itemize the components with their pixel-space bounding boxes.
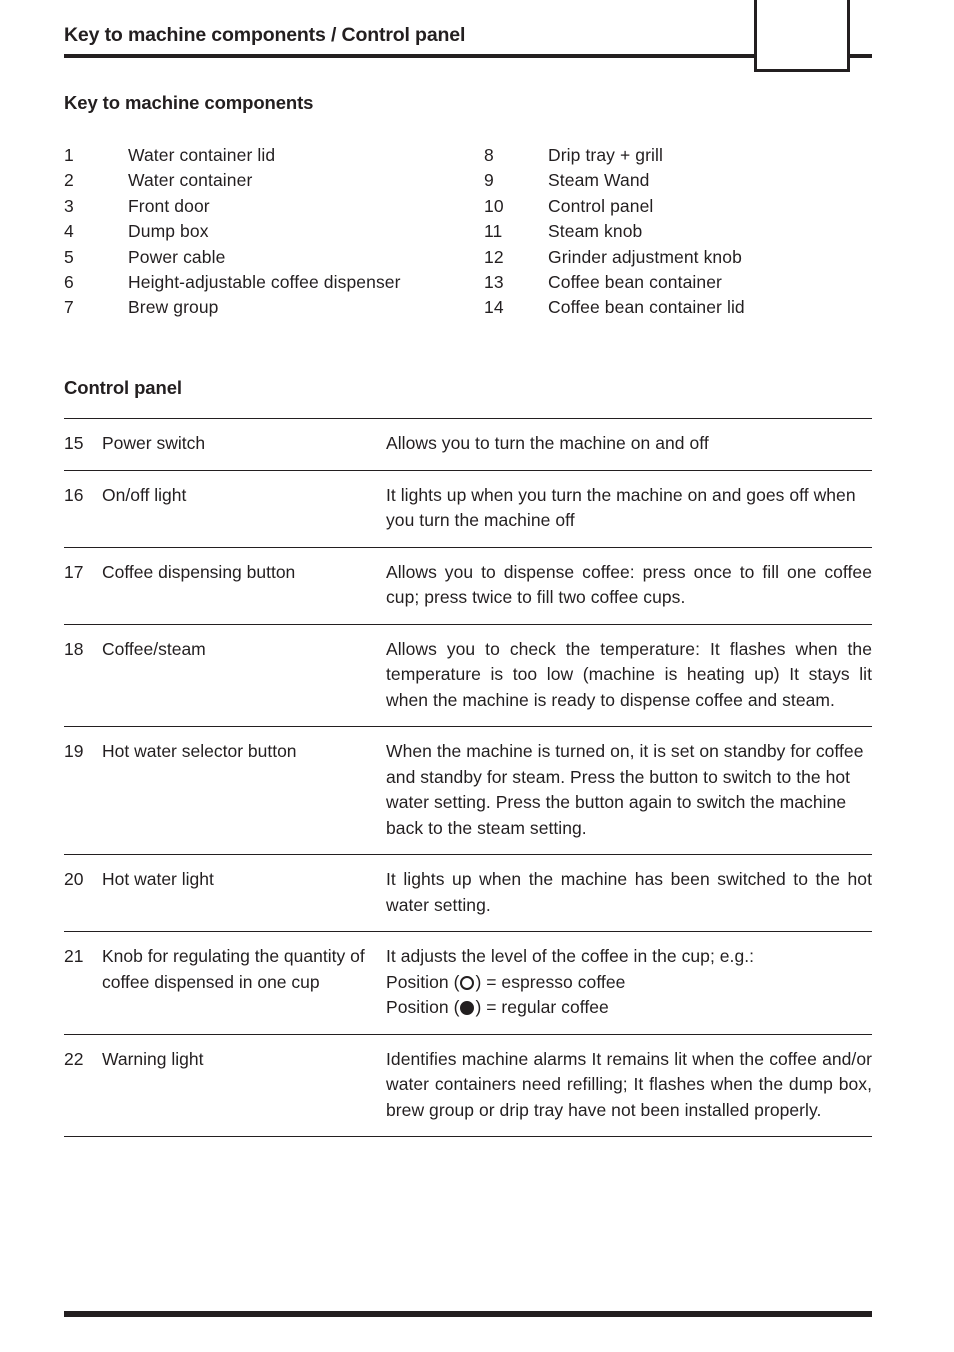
key-list-right-column: 8 Drip tray + grill 9 Steam Wand 10 Control… bbox=[484, 143, 914, 321]
row-description: It adjusts the level of the coffee in th… bbox=[386, 944, 872, 1021]
row-number: 15 bbox=[64, 433, 84, 453]
list-item-number: 2 bbox=[64, 170, 74, 191]
list-item-number: 1 bbox=[64, 145, 74, 165]
list-item: 10 Control panel bbox=[484, 194, 914, 219]
list-item-label: Water container lid bbox=[128, 145, 276, 165]
position-regular-suffix: ) = regular coffee bbox=[475, 997, 609, 1017]
table-row: 15 Power switch Allows you to turn the m… bbox=[64, 418, 872, 470]
row-term: Warning light bbox=[102, 1048, 204, 1069]
row-number: 18 bbox=[64, 638, 84, 659]
row-number: 20 bbox=[64, 869, 84, 889]
control-panel-table: 15 Power switch Allows you to turn the m… bbox=[64, 418, 872, 1137]
row-term: Knob for regulating the quantity of coff… bbox=[102, 946, 365, 992]
row-description: Identifies machine alarms It remains lit… bbox=[386, 1048, 872, 1120]
footer-divider bbox=[64, 1311, 872, 1317]
list-item-label: Power cable bbox=[128, 246, 226, 267]
list-item: 7 Brew group bbox=[64, 295, 484, 320]
list-item-label: Grinder adjustment knob bbox=[548, 246, 742, 267]
list-item-number: 12 bbox=[484, 246, 504, 267]
list-item-label: Drip tray + grill bbox=[548, 145, 663, 165]
table-row: 21 Knob for regulating the quantity of c… bbox=[64, 931, 872, 1034]
row-description: It lights up when the machine has been s… bbox=[386, 869, 872, 915]
row-term: On/off light bbox=[102, 484, 187, 505]
row-term: Coffee/steam bbox=[102, 638, 206, 659]
list-item-number: 3 bbox=[64, 195, 74, 216]
position-regular-line: Position ( ) = regular coffee bbox=[386, 995, 872, 1021]
position-regular-prefix: Position ( bbox=[386, 997, 460, 1017]
table-row: 16 On/off light It lights up when you tu… bbox=[64, 469, 872, 547]
list-item: 9 Steam Wand bbox=[484, 168, 914, 193]
control-panel-heading: Control panel bbox=[64, 377, 182, 398]
list-item-number: 11 bbox=[484, 221, 503, 242]
row-term: Hot water light bbox=[102, 869, 214, 889]
list-item: 2 Water container bbox=[64, 168, 484, 193]
row-description: It lights up when you turn the machine o… bbox=[386, 484, 856, 531]
row-number: 17 bbox=[64, 561, 84, 582]
page-number-box bbox=[754, 0, 850, 72]
list-item-number: 13 bbox=[484, 272, 504, 293]
row-description: Allows you to turn the machine on and of… bbox=[386, 433, 709, 453]
row-number: 16 bbox=[64, 484, 84, 505]
list-item-number: 6 bbox=[64, 272, 74, 293]
filled-circle-icon bbox=[460, 1001, 475, 1015]
list-item: 11 Steam knob bbox=[484, 219, 914, 244]
row-term: Hot water selector button bbox=[102, 741, 297, 761]
page-title: Key to machine components / Control pane… bbox=[64, 24, 466, 46]
list-item-label: Coffee bean container bbox=[548, 272, 722, 293]
list-item-number: 14 bbox=[484, 297, 504, 318]
list-item-label: Steam knob bbox=[548, 221, 643, 242]
position-espresso-line: Position ( ) = espresso coffee bbox=[386, 970, 872, 996]
list-item: 13 Coffee bean container bbox=[484, 270, 914, 295]
key-list-left-column: 1 Water container lid 2 Water container 3 F… bbox=[64, 143, 484, 321]
list-item: 8 Drip tray + grill bbox=[484, 143, 914, 168]
list-item-number: 10 bbox=[484, 195, 504, 216]
list-item-number: 9 bbox=[484, 170, 494, 191]
key-section-heading: Key to machine components bbox=[64, 92, 314, 113]
table-row: 20 Hot water light It lights up when the… bbox=[64, 854, 872, 931]
row-number: 21 bbox=[64, 946, 84, 966]
row-description: When the machine is turned on, it is set… bbox=[386, 741, 864, 838]
list-item: 5 Power cable bbox=[64, 245, 484, 270]
list-item: 3 Front door bbox=[64, 194, 484, 219]
list-item-label: Steam Wand bbox=[548, 170, 650, 191]
row-number: 22 bbox=[64, 1048, 84, 1069]
list-item-label: Dump box bbox=[128, 221, 209, 242]
row-term: Power switch bbox=[102, 433, 206, 453]
table-row: 19 Hot water selector button When the ma… bbox=[64, 726, 872, 854]
list-item-number: 8 bbox=[484, 145, 494, 165]
position-espresso-prefix: Position ( bbox=[386, 971, 460, 992]
table-row: 17 Coffee dispensing button Allows you t… bbox=[64, 546, 872, 624]
row-term: Coffee dispensing button bbox=[102, 561, 296, 582]
list-item-number: 4 bbox=[64, 221, 74, 242]
table-row: 18 Coffee/steam Allows you to check the … bbox=[64, 623, 872, 727]
list-item-label: Height-adjustable coffee dispenser bbox=[128, 272, 401, 293]
list-item: 1 Water container lid bbox=[64, 143, 484, 168]
list-item-number: 5 bbox=[64, 246, 74, 267]
list-item: 4 Dump box bbox=[64, 219, 484, 244]
list-item-label: Control panel bbox=[548, 195, 654, 216]
header-divider bbox=[64, 54, 872, 58]
row-number: 19 bbox=[64, 741, 84, 761]
list-item-label: Coffee bean container lid bbox=[548, 297, 745, 318]
list-item-number: 7 bbox=[64, 297, 74, 318]
table-row: 22 Warning light Identifies machine alar… bbox=[64, 1033, 872, 1137]
list-item-label: Brew group bbox=[128, 297, 219, 318]
position-espresso-suffix: ) = espresso coffee bbox=[475, 971, 626, 992]
list-item: 6 Height-adjustable coffee dispenser bbox=[64, 270, 484, 295]
list-item: 14 Coffee bean container lid bbox=[484, 295, 914, 320]
list-item-label: Water container bbox=[128, 170, 253, 191]
running-header: Key to machine components / Control pane… bbox=[0, 0, 954, 80]
row-description: Allows you to check the temperature: It … bbox=[386, 638, 872, 710]
list-item-label: Front door bbox=[128, 195, 210, 216]
list-item: 12 Grinder adjustment knob bbox=[484, 245, 914, 270]
open-circle-icon bbox=[460, 975, 475, 990]
row-description: Allows you to dispense coffee: press onc… bbox=[386, 561, 872, 608]
row-description-intro: It adjusts the level of the coffee in th… bbox=[386, 946, 755, 966]
